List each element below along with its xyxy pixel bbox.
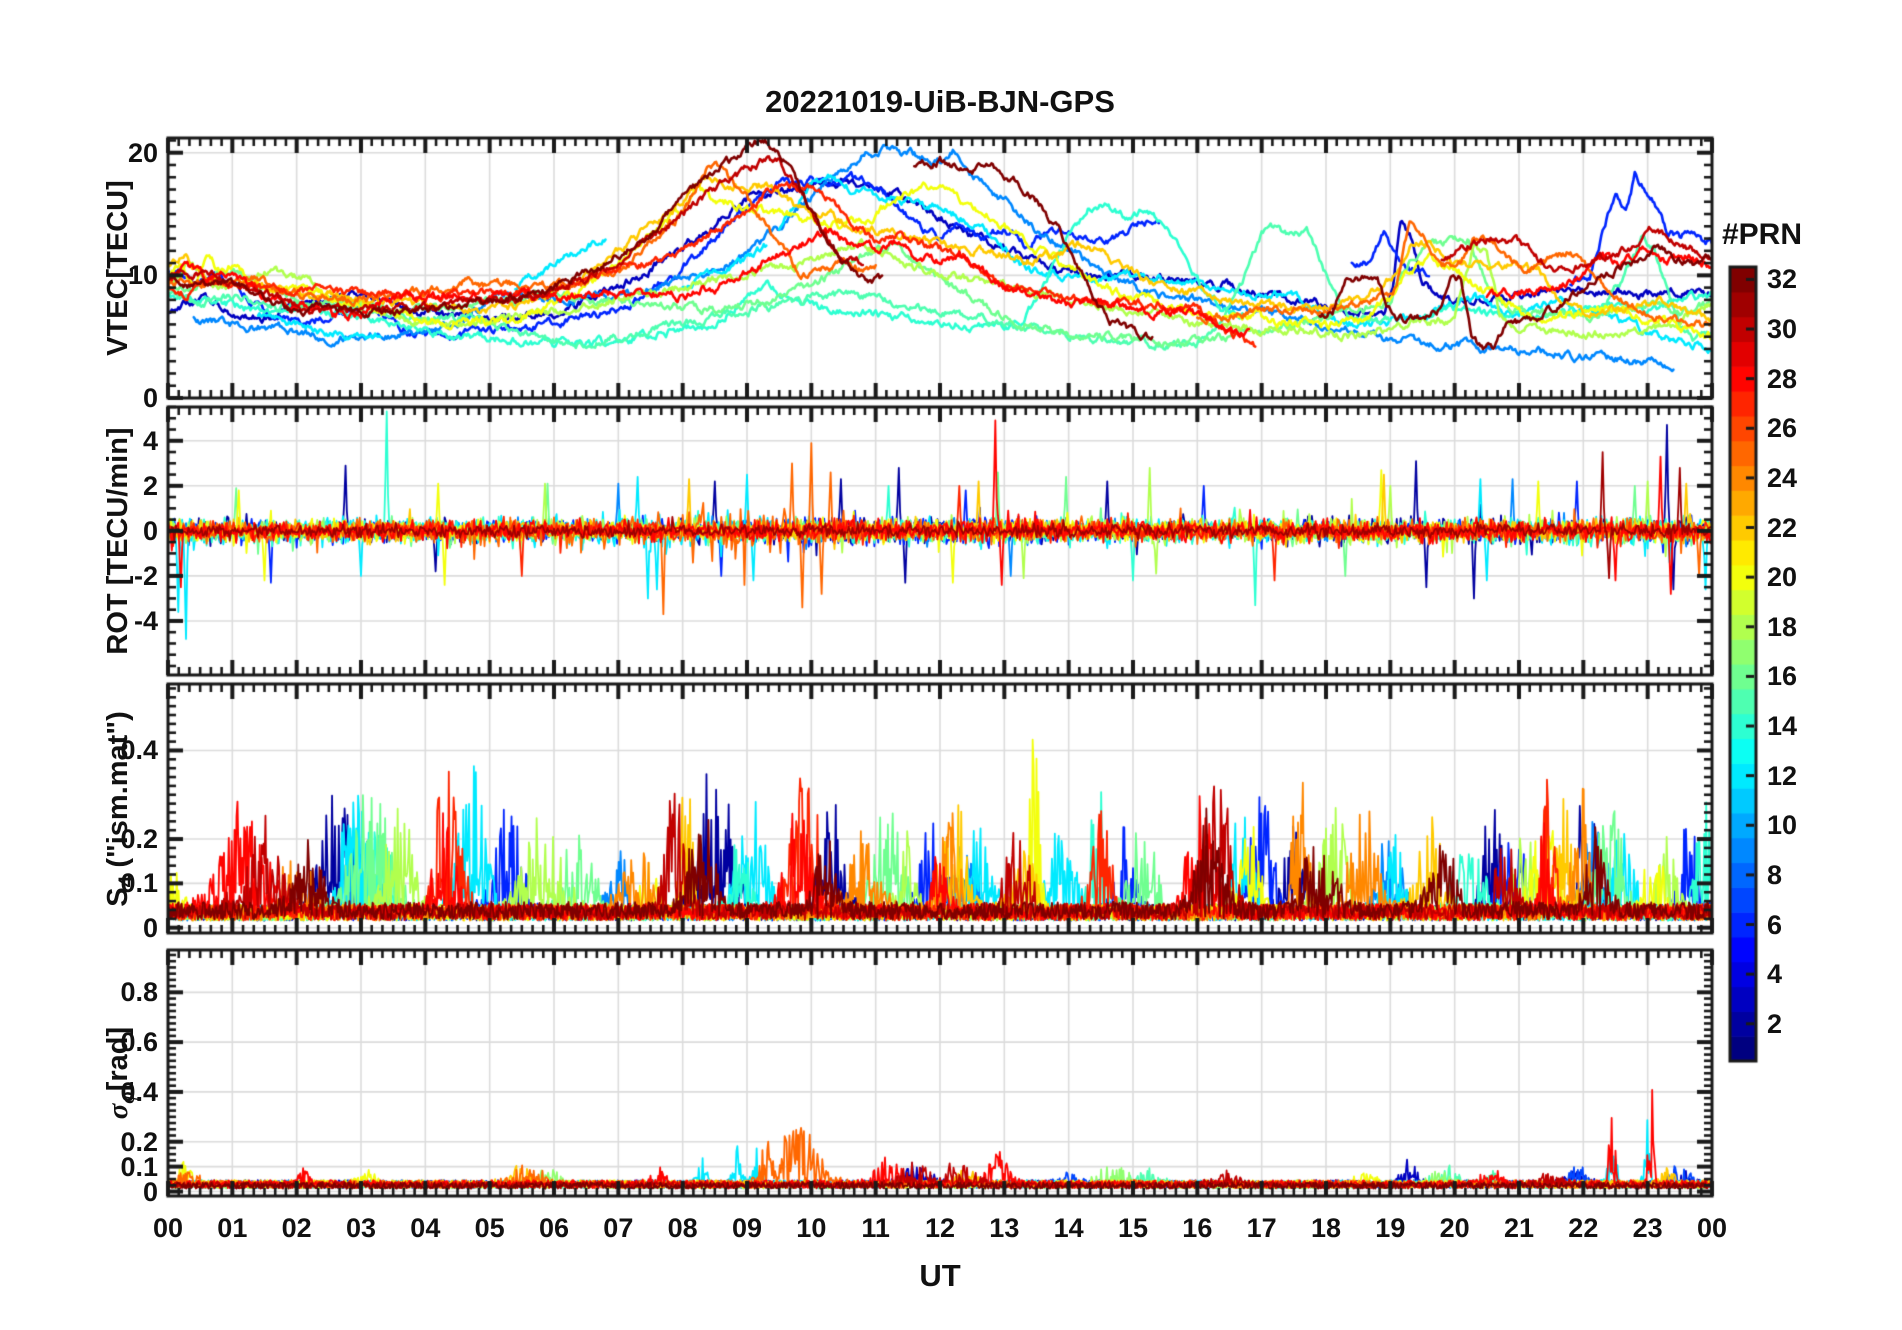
colorbar-tick-label: 24 <box>1767 462 1798 493</box>
colorbar-tick-label: 6 <box>1767 909 1783 940</box>
y-tick-label: 2 <box>142 470 158 501</box>
colorbar-tick-label: 14 <box>1767 711 1798 742</box>
y-tick-label: 0 <box>142 383 158 413</box>
y-tick-label: 0.4 <box>120 1076 158 1107</box>
y-tick-label: 0 <box>142 912 158 943</box>
colorbar-tick-label: 8 <box>1767 859 1783 890</box>
colorbar-tick-label: 16 <box>1767 661 1798 692</box>
colorbar-tick-label: 4 <box>1767 959 1783 990</box>
y-tick-label: 0.4 <box>120 735 158 766</box>
y-tick-label: 0.8 <box>120 977 158 1008</box>
colorbar-tick-label: 2 <box>1767 1008 1783 1039</box>
colorbar-tick-label: 20 <box>1767 562 1798 593</box>
colorbar-tick-label: 18 <box>1767 611 1798 642</box>
colorbar-tick-label: 30 <box>1767 314 1798 345</box>
y-tick-label: 10 <box>127 260 158 291</box>
x-tick-label: 00 <box>1696 1213 1728 1243</box>
chart-canvas <box>0 0 1902 1330</box>
y-tick-label: 20 <box>127 137 158 168</box>
colorbar-title: #PRN <box>1721 218 1803 251</box>
y-tick-label: -2 <box>133 560 158 591</box>
y-tick-label: -4 <box>133 605 158 636</box>
colorbar-tick-label: 12 <box>1767 760 1798 791</box>
figure-root: 20221019-UiB-BJN-GPS VTEC[TECU] ROT [TEC… <box>0 0 1902 1330</box>
y-tick-label: 0.6 <box>120 1027 158 1058</box>
y-tick-label: 0.2 <box>120 1126 158 1157</box>
colorbar-tick-label: 26 <box>1767 413 1798 444</box>
chart-title: 20221019-UiB-BJN-GPS <box>765 84 1115 119</box>
y-tick-label: 0 <box>142 515 158 546</box>
y-tick-label: 4 <box>142 425 158 456</box>
y-tick-label: 0.1 <box>120 868 158 899</box>
colorbar-tick-label: 22 <box>1767 512 1798 543</box>
colorbar-tick-label: 10 <box>1767 810 1798 841</box>
colorbar-tick-label: 28 <box>1767 363 1798 394</box>
x-axis-label: UT <box>919 1258 961 1293</box>
y-tick-label: 0.2 <box>120 824 158 855</box>
colorbar-tick-label: 32 <box>1767 264 1798 295</box>
